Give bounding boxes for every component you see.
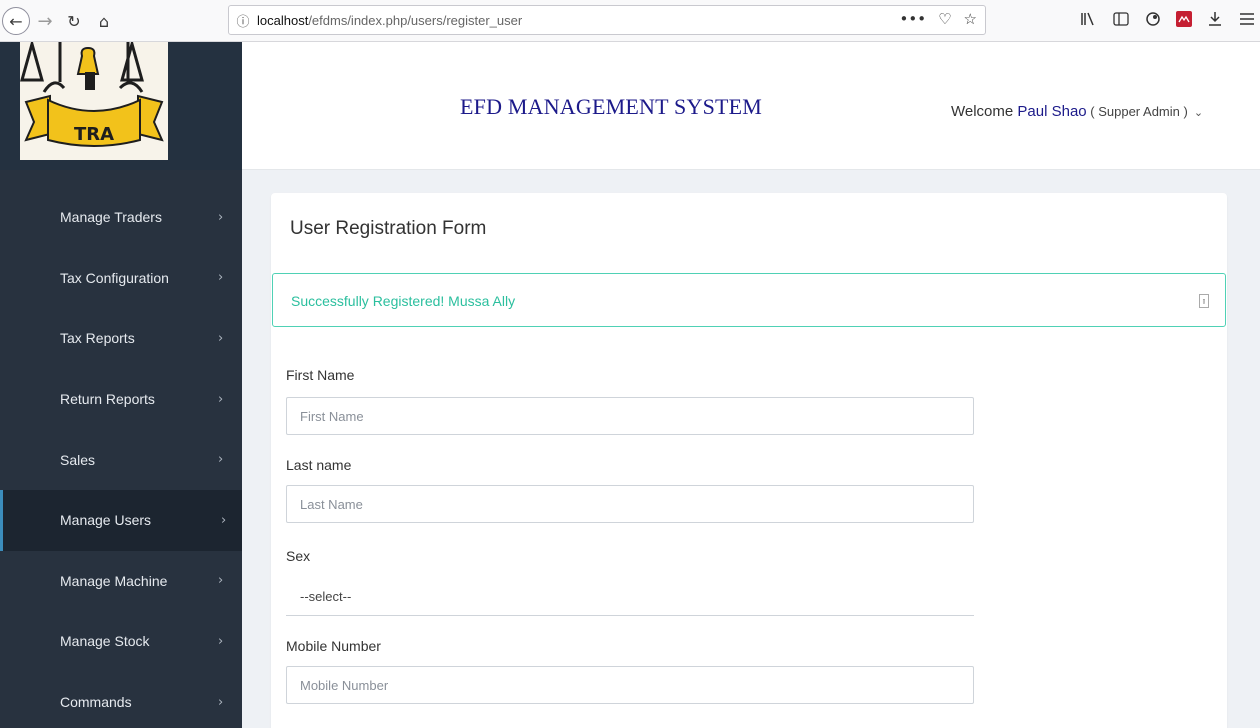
browser-toolbar: ← → ↻ ⌂ ⓘ localhost/efdms/index.php/user… (0, 0, 1260, 42)
sidebar-item-label: Tax Configuration (60, 269, 169, 286)
sidebar-item-label: Return Reports (60, 391, 155, 408)
url-actions: ••• ♡ ☆ (900, 10, 977, 28)
alert-message: Successfully Registered! Mussa Ally (291, 293, 516, 309)
chevron-down-icon[interactable]: ⌄ (1194, 106, 1203, 119)
chevron-right-icon: › (218, 391, 224, 407)
url-host: localhost (257, 12, 309, 28)
user-name: Paul Shao (1017, 103, 1087, 120)
sidebar-item-tax-configuration[interactable]: Tax Configuration › (0, 248, 242, 309)
first-name-label: First Name (286, 367, 355, 383)
extension-icon[interactable] (1144, 10, 1162, 28)
sidebar: TRA Manage Traders › Tax Configuration › T… (0, 42, 242, 728)
form-title: User Registration Form (290, 218, 487, 239)
welcome-text: Welcome (951, 103, 1018, 120)
chevron-right-icon: › (218, 633, 224, 649)
chevron-right-icon: › (218, 694, 224, 710)
close-icon[interactable]: ▯ (1199, 294, 1209, 308)
sidebar-item-label: Sales (60, 451, 96, 468)
bookmark-star-icon[interactable]: ☆ (964, 10, 977, 28)
url-path: /efdms/index.php/users/register_user (308, 12, 523, 28)
sex-label: Sex (286, 548, 311, 564)
browser-toolbar-icons (1080, 10, 1256, 28)
chevron-right-icon: › (218, 330, 224, 346)
tra-logo: TRA (20, 42, 168, 160)
address-bar[interactable]: ⓘ localhost/efdms/index.php/users/regist… (228, 5, 986, 35)
download-icon[interactable] (1206, 10, 1224, 28)
main-content: User Registration Form Successfully Regi… (242, 170, 1260, 728)
forward-arrow-icon[interactable]: → (34, 7, 56, 35)
chevron-right-icon: › (218, 209, 224, 225)
top-header: EFD MANAGEMENT SYSTEM Welcome Paul Shao … (242, 42, 1260, 170)
page-title: EFD MANAGEMENT SYSTEM (460, 94, 763, 119)
page-actions-icon[interactable]: ••• (900, 10, 927, 28)
back-arrow-icon[interactable]: ← (2, 7, 30, 35)
mobile-number-input[interactable] (286, 666, 974, 704)
first-name-input[interactable] (286, 397, 974, 435)
chevron-right-icon: › (218, 452, 224, 468)
menu-icon[interactable] (1238, 10, 1256, 28)
library-icon[interactable] (1080, 10, 1098, 28)
sidebar-icon[interactable] (1112, 10, 1130, 28)
red-extension-icon[interactable] (1176, 11, 1192, 27)
sidebar-item-manage-users[interactable]: Manage Users › (0, 489, 242, 551)
sex-select-value: --select-- (300, 589, 352, 604)
sidebar-item-manage-traders[interactable]: Manage Traders › (0, 187, 242, 248)
sidebar-nav: Manage Traders › Tax Configuration › Tax R… (0, 187, 242, 728)
registration-card: User Registration Form Successfully Regi… (271, 193, 1227, 728)
last-name-label: Last name (286, 457, 352, 473)
reload-icon[interactable]: ↻ (62, 7, 86, 35)
chevron-right-icon: › (218, 573, 224, 589)
sidebar-item-label: Tax Reports (60, 330, 135, 347)
sidebar-item-tax-reports[interactable]: Tax Reports › (0, 308, 242, 369)
sidebar-item-sales[interactable]: Sales › (0, 429, 242, 490)
sidebar-item-label: Manage Machine (60, 572, 168, 589)
sidebar-item-manage-stock[interactable]: Manage Stock › (0, 611, 242, 672)
chevron-right-icon: › (218, 270, 224, 286)
sidebar-item-label: Manage Traders (60, 209, 162, 226)
user-role: ( Supper Admin ) (1086, 104, 1188, 119)
user-menu[interactable]: Welcome Paul Shao ( Supper Admin ) ⌄ (951, 103, 1203, 120)
sidebar-item-label: Manage Stock (60, 633, 150, 650)
chevron-right-icon: › (221, 512, 227, 528)
pocket-icon[interactable]: ♡ (938, 10, 951, 28)
sidebar-item-manage-machine[interactable]: Manage Machine › (0, 551, 242, 612)
sidebar-item-label: Commands (60, 694, 132, 711)
mobile-number-label: Mobile Number (286, 638, 381, 654)
last-name-input[interactable] (286, 485, 974, 523)
site-info-icon[interactable]: ⓘ (229, 11, 257, 30)
sex-select[interactable]: --select-- (286, 578, 974, 616)
sidebar-item-commands[interactable]: Commands › (0, 672, 242, 728)
logo-text: TRA (74, 124, 114, 145)
logo-area: TRA (0, 42, 242, 170)
sidebar-item-label: Manage Users (60, 512, 152, 529)
sidebar-item-return-reports[interactable]: Return Reports › (0, 369, 242, 430)
success-alert: Successfully Registered! Mussa Ally ▯ (272, 273, 1226, 327)
home-icon[interactable]: ⌂ (92, 7, 116, 35)
